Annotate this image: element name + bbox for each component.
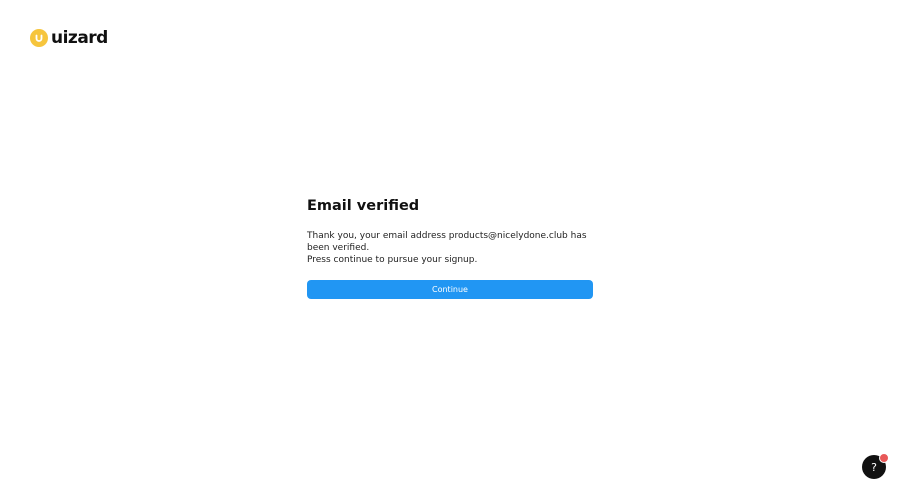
page: uizard Email verified Thank you, your em… [0, 0, 900, 484]
verification-message: Thank you, your email address products@n… [307, 230, 593, 266]
uizard-logo-icon [30, 29, 48, 47]
continue-button[interactable]: Continue [307, 280, 593, 299]
uizard-logo[interactable]: uizard [30, 28, 108, 48]
page-title: Email verified [307, 198, 420, 214]
email-verified-panel: Email verified Thank you, your email add… [307, 196, 593, 299]
question-mark-icon: ? [871, 460, 877, 474]
uizard-logo-wordmark: uizard [51, 28, 108, 48]
verification-message-line1: Thank you, your email address products@n… [307, 231, 587, 253]
notification-badge [879, 453, 889, 463]
verification-message-line2: Press continue to pursue your signup. [307, 255, 478, 265]
